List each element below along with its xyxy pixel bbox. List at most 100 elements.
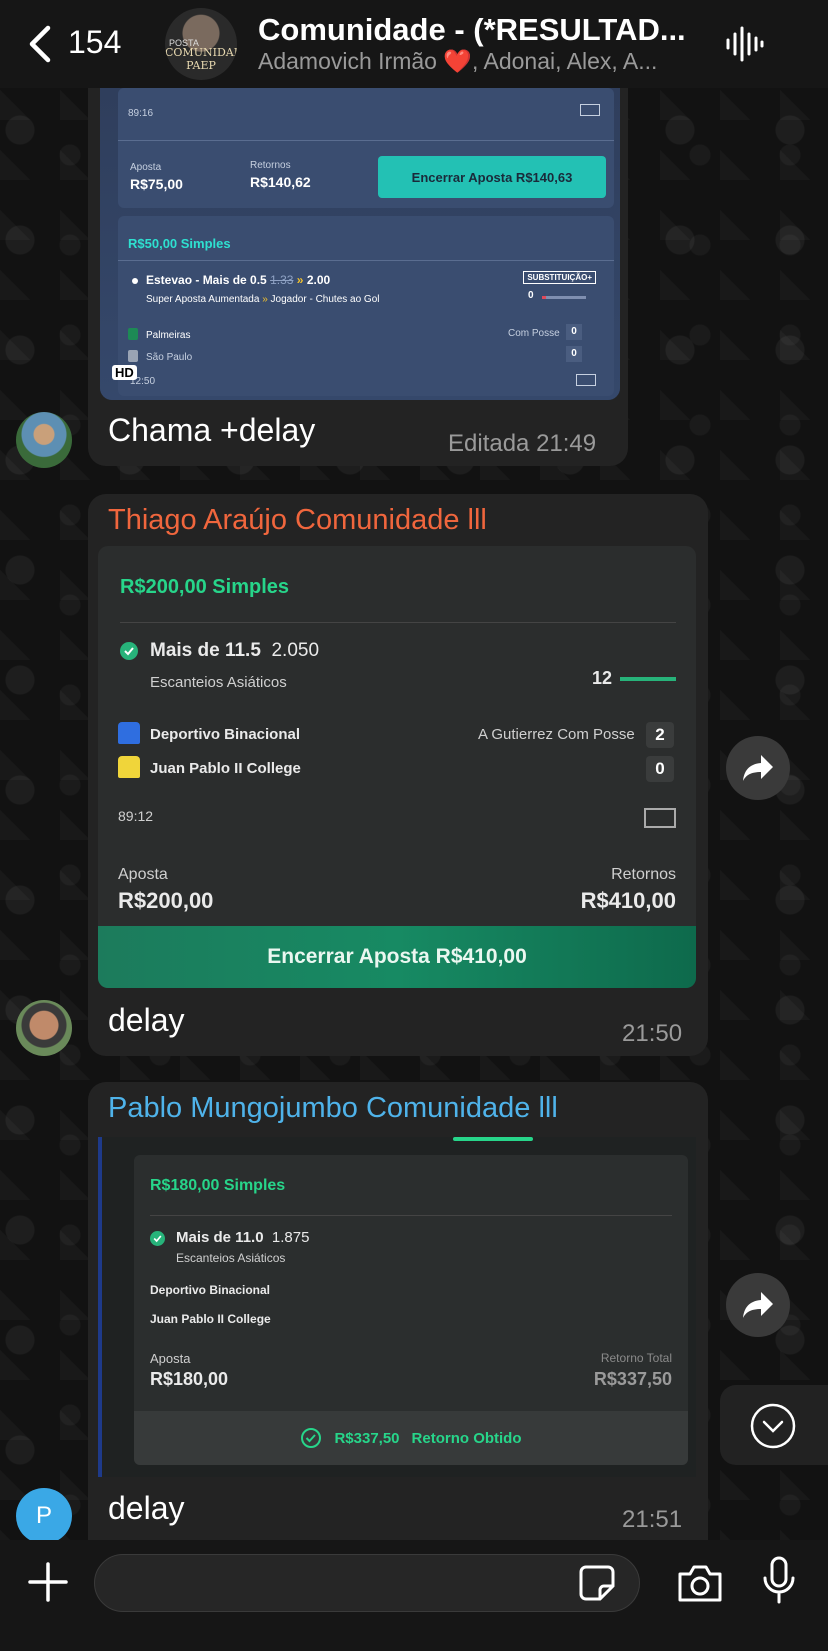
sender-avatar[interactable] <box>16 412 72 468</box>
forward-icon <box>743 1292 773 1318</box>
bet-screenshot-image[interactable]: 89:16 Aposta R$75,00 Retornos R$140,62 E… <box>100 88 620 400</box>
check-icon <box>150 1231 165 1246</box>
plus-icon[interactable] <box>28 1562 68 1602</box>
bullet-icon <box>132 278 138 284</box>
sender-name[interactable]: Pablo Mungojumbo Comunidade lll <box>108 1092 558 1125</box>
image-top-accent <box>453 1137 533 1141</box>
member-list: , Adonai, Alex, A... <box>472 48 658 74</box>
possession: A Gutierrez Com Posse <box>478 726 635 743</box>
field-icon <box>576 374 596 386</box>
retorno-label: Retorno Total <box>600 1351 672 1365</box>
heart-icon: ❤️ <box>443 48 472 74</box>
chat-header: 154 POSTA COMUNIDADE PAEP Comunidade - (… <box>0 0 828 88</box>
bet-title: R$180,00 Simples <box>150 1177 286 1194</box>
substitution-badge: SUBSTITUIÇÃO+ <box>523 271 596 284</box>
chevron-down-circle-icon <box>750 1403 796 1449</box>
score1: 0 <box>566 324 582 340</box>
aposta-value: R$180,00 <box>150 1369 229 1389</box>
market: Escanteios Asiáticos <box>176 1251 286 1265</box>
member-name: Adamovich Irmão <box>258 48 444 74</box>
arrows-icon: » <box>262 294 268 305</box>
footer-value: R$337,50 <box>334 1429 400 1447</box>
old-odd: 1.33 <box>270 273 294 287</box>
group-title[interactable]: Comunidade - (*RESULTAD... <box>258 12 708 48</box>
team2-shirt-icon <box>128 350 138 362</box>
team1-shirt-icon <box>118 722 140 744</box>
sender-name[interactable]: Thiago Araújo Comunidade lll <box>108 504 487 537</box>
aposta-value: R$200,00 <box>118 888 214 913</box>
group-members[interactable]: Adamovich Irmão ❤️, Adonai, Alex, A... <box>258 48 708 75</box>
selection: Mais de 11.0 1.875 <box>176 1229 309 1246</box>
aposta-label: Aposta <box>150 1351 191 1366</box>
image-edge <box>98 1137 102 1477</box>
progress-fill <box>542 296 546 299</box>
selection-name: Mais de 11.5 <box>150 640 261 661</box>
sender-avatar[interactable] <box>16 1000 72 1056</box>
divider <box>118 140 614 141</box>
bet-screenshot-image[interactable]: R$200,00 Simples Mais de 11.5 2.050 Esca… <box>98 546 696 988</box>
message-text: delay <box>108 1490 185 1526</box>
group-avatar-text: COMUNIDADE PAEP <box>165 46 237 72</box>
market: Super Aposta Aumentada » Jogador - Chute… <box>146 294 380 305</box>
field-icon <box>580 104 600 116</box>
team1: Palmeiras <box>146 330 191 341</box>
sticker-icon[interactable] <box>578 1564 616 1602</box>
bet-card-bottom: R$50,00 Simples Estevao - Mais de 0.5 1.… <box>118 216 614 396</box>
possession: Com Posse <box>508 328 560 339</box>
aposta-label: Aposta <box>118 866 168 883</box>
team2: Juan Pablo II College <box>150 760 301 777</box>
score2: 0 <box>566 346 582 362</box>
scroll-to-bottom-button[interactable] <box>720 1385 828 1465</box>
message-input[interactable] <box>94 1554 640 1612</box>
camera-icon[interactable] <box>676 1562 724 1604</box>
back-chevron-icon[interactable] <box>22 22 62 66</box>
encerrar-aposta-button: Encerrar Aposta R$410,00 <box>98 926 696 988</box>
divider <box>118 260 614 261</box>
avatar-letter: P <box>35 1502 52 1529</box>
odd: 1.875 <box>271 1229 310 1246</box>
score2: 0 <box>646 756 674 782</box>
voice-chat-icon[interactable] <box>724 24 764 64</box>
message-text: delay <box>108 1002 185 1038</box>
microphone-icon[interactable] <box>762 1556 796 1606</box>
unread-count[interactable]: 154 <box>68 24 121 61</box>
retornos-value: R$140,62 <box>250 174 311 190</box>
progress-bar <box>620 677 676 681</box>
retorno-obtido-footer: R$337,50 Retorno Obtido <box>134 1411 688 1465</box>
bet-title: R$200,00 Simples <box>120 576 289 598</box>
footer-label: Retorno Obtido <box>411 1429 522 1447</box>
aposta-label: Aposta <box>130 162 162 173</box>
divider <box>120 622 676 623</box>
progress-value: 0 <box>528 290 534 301</box>
boost-arrows-icon: » <box>296 273 304 287</box>
odd: 2.050 <box>271 640 320 661</box>
message-text: Chama +delay <box>108 412 316 448</box>
market-a: Super Aposta Aumentada <box>146 294 260 305</box>
new-odd: 2.00 <box>306 273 331 287</box>
match-time: 89:16 <box>128 108 154 119</box>
bet-card: R$180,00 Simples Mais de 11.0 1.875 Esca… <box>134 1155 688 1465</box>
bet-screenshot-image[interactable]: R$180,00 Simples Mais de 11.0 1.875 Esca… <box>98 1137 696 1477</box>
encerrar-aposta-button: Encerrar Aposta R$140,63 <box>378 156 606 198</box>
selection-name: Estevao - Mais de 0.5 <box>146 273 267 287</box>
selection-name: Mais de 11.0 <box>176 1229 264 1246</box>
hd-badge: HD <box>112 365 137 380</box>
market-b: Jogador - Chutes ao Gol <box>270 294 380 305</box>
aposta-value: R$75,00 <box>130 176 183 192</box>
check-icon <box>120 642 138 660</box>
group-avatar[interactable]: POSTA COMUNIDADE PAEP <box>165 8 237 80</box>
message-time: Editada 21:49 <box>448 430 597 457</box>
match-time: 89:12 <box>118 808 154 824</box>
retorno-value: R$337,50 <box>593 1369 672 1389</box>
forward-button[interactable] <box>726 736 790 800</box>
selection: Mais de 11.5 2.050 <box>150 640 319 662</box>
team2: Juan Pablo II College <box>150 1312 271 1326</box>
check-circle-icon <box>301 1428 322 1448</box>
message-time: 21:51 <box>622 1506 683 1533</box>
forward-button[interactable] <box>726 1273 790 1337</box>
sender-avatar[interactable]: P <box>16 1488 72 1544</box>
bet-title: R$50,00 Simples <box>128 236 231 251</box>
bet-card-top: 89:16 Aposta R$75,00 Retornos R$140,62 E… <box>118 88 614 208</box>
retornos-label: Retornos <box>250 160 291 171</box>
retornos-value: R$410,00 <box>580 888 676 913</box>
